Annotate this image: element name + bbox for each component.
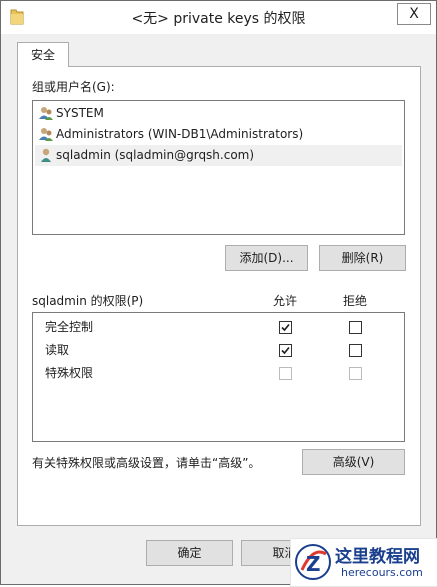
watermark: Z 这里教程网 herecours.com [290, 538, 437, 587]
title-bar: <无> private keys 的权限 X [1, 1, 436, 34]
permission-name: 读取 [45, 343, 70, 357]
ok-button[interactable]: 确定 [146, 540, 233, 566]
allow-checkbox[interactable] [279, 321, 292, 334]
allow-checkbox-disabled [279, 367, 292, 380]
window-title: <无> private keys 的权限 [131, 11, 306, 27]
remove-button[interactable]: 删除(R) [319, 245, 406, 271]
user-name: Administrators (WIN-DB1\Administrators) [56, 127, 304, 141]
permission-name: 特殊权限 [45, 366, 94, 380]
group-users-icon [39, 128, 53, 141]
deny-checkbox[interactable] [349, 344, 362, 357]
permission-row: 读取 [33, 339, 404, 361]
watermark-title: 这里教程网 [335, 547, 420, 567]
close-button[interactable]: X [397, 3, 431, 25]
close-icon: X [409, 6, 419, 22]
security-panel: 组或用户名(G): SYSTEM Administrators (WIN-DB1… [17, 66, 421, 526]
group-users-icon [39, 107, 53, 120]
permission-row: 特殊权限 [33, 362, 404, 384]
permission-row: 完全控制 [33, 316, 404, 338]
user-list-item-selected[interactable]: sqladmin (sqladmin@grqsh.com) [35, 145, 402, 166]
user-listbox[interactable]: SYSTEM Administrators (WIN-DB1\Administr… [32, 100, 405, 235]
permissions-list: 完全控制 读取 特殊权限 [32, 312, 405, 442]
deny-header: 拒绝 [343, 294, 368, 308]
svg-text:Z: Z [306, 552, 321, 576]
tab-security[interactable]: 安全 [17, 42, 69, 67]
deny-checkbox-disabled [349, 367, 362, 380]
single-user-icon [41, 148, 51, 162]
user-list-item[interactable]: SYSTEM [35, 103, 402, 124]
user-list-item[interactable]: Administrators (WIN-DB1\Administrators) [35, 124, 402, 145]
permissions-label: sqladmin 的权限(P) [32, 294, 144, 308]
user-name: SYSTEM [56, 106, 104, 120]
advanced-hint: 有关特殊权限或高级设置，请单击“高级”。 [32, 456, 261, 470]
checkmark-icon [281, 323, 290, 332]
deny-checkbox[interactable] [349, 321, 362, 334]
user-name: sqladmin (sqladmin@grqsh.com) [56, 148, 255, 162]
allow-checkbox[interactable] [279, 344, 292, 357]
group-or-user-label: 组或用户名(G): [32, 80, 115, 94]
watermark-url: herecours.com [341, 566, 423, 579]
allow-header: 允许 [273, 294, 298, 308]
permissions-dialog: <无> private keys 的权限 X 安全 组或用户名(G): SYST… [0, 0, 437, 585]
site-logo-icon: Z [295, 544, 331, 580]
add-button[interactable]: 添加(D)... [225, 245, 308, 271]
advanced-button[interactable]: 高级(V) [302, 449, 405, 475]
checkmark-icon [281, 346, 290, 355]
permission-name: 完全控制 [45, 320, 94, 334]
